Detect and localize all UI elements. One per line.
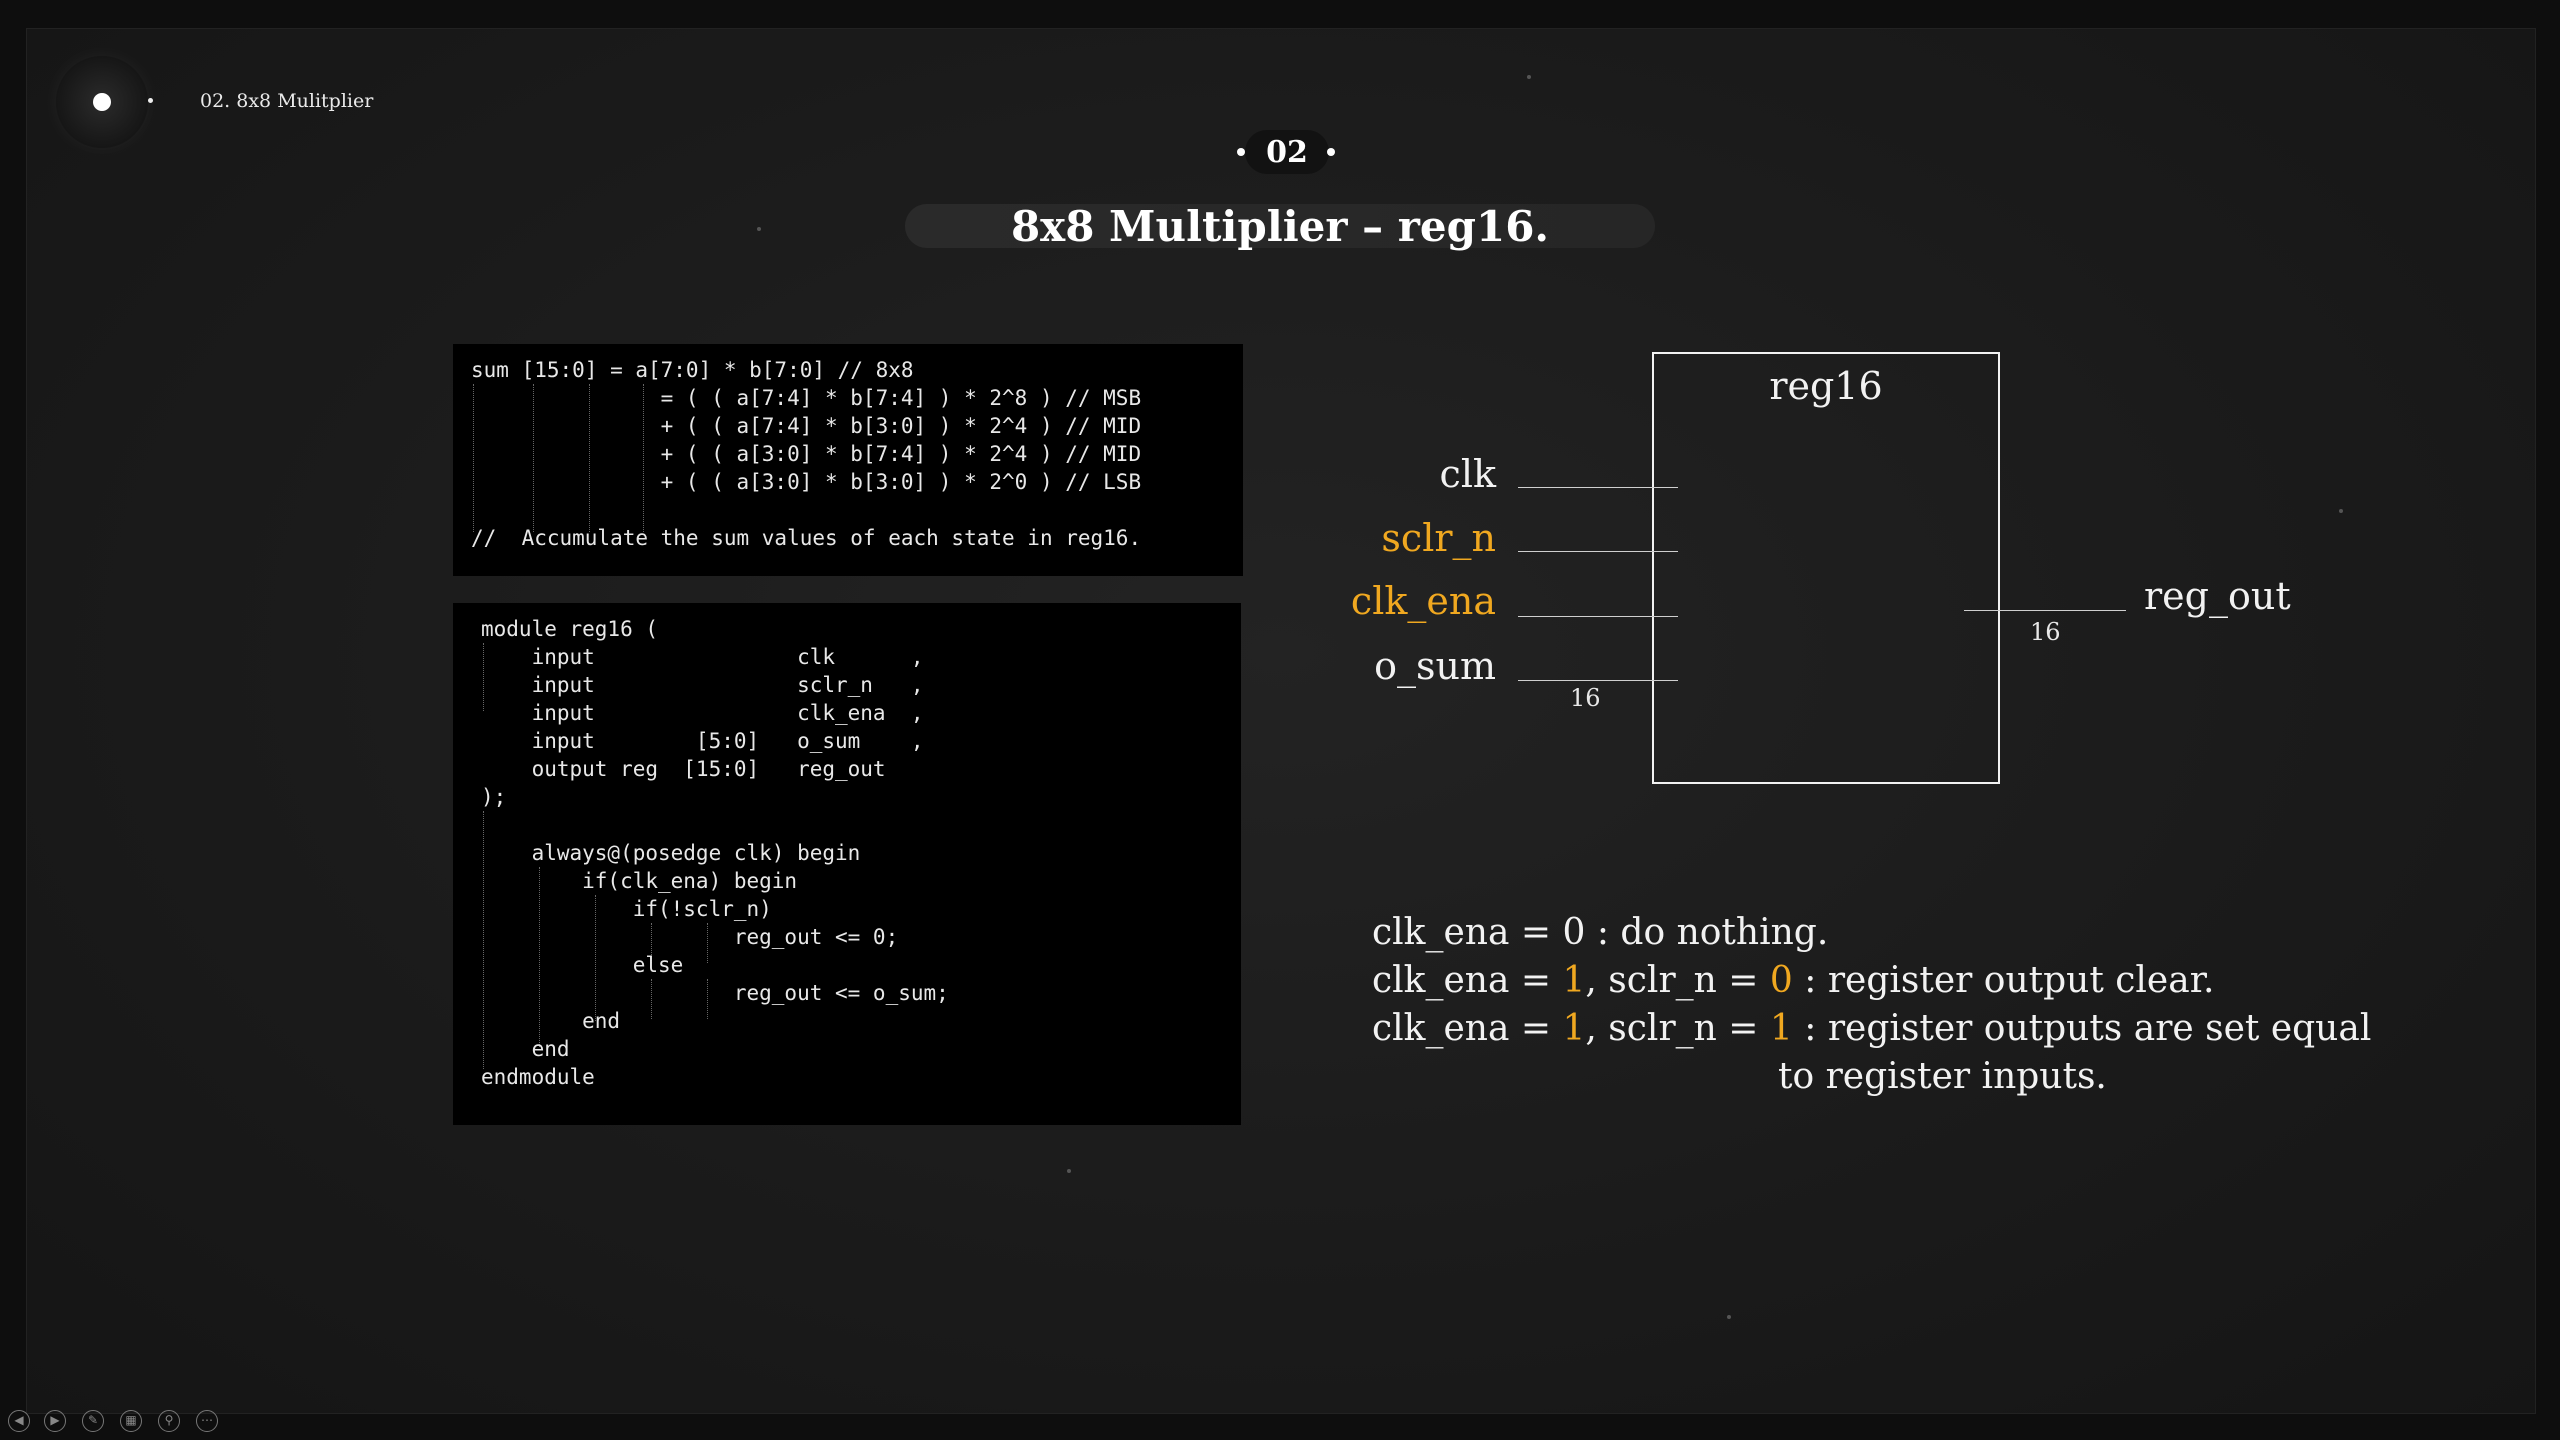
code-line: end — [481, 1037, 570, 1061]
code-line: reg_out <= o_sum; — [481, 981, 949, 1005]
code-line: endmodule — [481, 1065, 595, 1089]
slides-icon[interactable]: ▦ — [120, 1410, 142, 1432]
code-line: sum [15:0] = a[7:0] * b[7:0] // 8x8 — [471, 358, 914, 382]
code-line: end — [481, 1009, 621, 1033]
input-wire-clk — [1518, 487, 1678, 488]
slide-number: 02 — [1245, 130, 1329, 174]
input-wire-sclr-n — [1518, 551, 1678, 552]
code-line: + ( ( a[3:0] * b[7:4] ) * 2^4 ) // MID — [471, 442, 1142, 466]
pen-icon[interactable]: ✎ — [82, 1410, 104, 1432]
dot-icon — [1327, 148, 1335, 156]
block-name: reg16 — [1769, 364, 1883, 408]
code-line: input clk , — [481, 645, 924, 669]
code-line: if(!sclr_n) — [481, 897, 772, 921]
desc-text: clk_ena = 0 : do nothing. — [1372, 912, 1829, 953]
dot-icon — [1237, 148, 1245, 156]
desc-value: 1 — [1769, 1008, 1793, 1049]
code-line: ); — [481, 785, 507, 809]
desc-value: 1 — [1562, 1008, 1586, 1049]
code-line: + ( ( a[7:4] * b[3:0] ) * 2^4 ) // MID — [471, 414, 1142, 438]
input-wire-clk-ena — [1518, 616, 1678, 617]
input-wire-o-sum — [1518, 680, 1678, 681]
reg16-block — [1652, 352, 2000, 784]
input-label-o-sum: o_sum — [1374, 644, 1496, 688]
code-line: always@(posedge clk) begin — [481, 841, 861, 865]
desc-text: , sclr_n = — [1585, 1008, 1770, 1049]
desc-value: 1 — [1562, 960, 1586, 1001]
desc-text: to register inputs. — [1778, 1056, 2107, 1097]
star-decoration — [757, 227, 761, 231]
code-line: module reg16 ( — [481, 617, 659, 641]
code-line: input [5:0] o_sum , — [481, 729, 924, 753]
desc-text: : register outputs are set equal — [1792, 1008, 2372, 1049]
star-decoration — [1067, 1169, 1071, 1173]
output-bus-width: 16 — [2030, 618, 2061, 646]
code-line: + ( ( a[3:0] * b[3:0] ) * 2^0 ) // LSB — [471, 470, 1142, 494]
code-line: if(clk_ena) begin — [481, 869, 798, 893]
star-decoration — [1527, 75, 1531, 79]
output-wire-reg-out — [1964, 610, 2126, 611]
code-comment: // Accumulate the sum values of each sta… — [471, 526, 1142, 550]
input-bus-width: 16 — [1570, 684, 1601, 712]
code-line: input clk_ena , — [481, 701, 924, 725]
zoom-icon[interactable]: ⚲ — [158, 1410, 180, 1432]
input-label-sclr-n: sclr_n — [1381, 516, 1496, 560]
logo — [56, 56, 153, 148]
star-decoration — [1727, 1315, 1731, 1319]
logo-satellite-icon — [148, 98, 153, 103]
desc-text: , sclr_n = — [1585, 960, 1770, 1001]
page-title: 8x8 Multiplier – reg16. — [1010, 202, 1550, 251]
desc-text: clk_ena = — [1372, 960, 1563, 1001]
desc-line: clk_ena = 0 : do nothing. — [1372, 912, 1828, 953]
star-decoration — [2339, 509, 2343, 513]
desc-text: clk_ena = — [1372, 1008, 1563, 1049]
desc-line: clk_ena = 1, sclr_n = 0 : register outpu… — [1372, 960, 2214, 1001]
output-label-reg-out: reg_out — [2144, 574, 2291, 618]
desc-line: clk_ena = 1, sclr_n = 1 : register outpu… — [1372, 1008, 2371, 1049]
code-panel-module: module reg16 ( input clk , input sclr_n … — [453, 603, 1241, 1125]
code-line: = ( ( a[7:4] * b[7:4] ) * 2^8 ) // MSB — [471, 386, 1142, 410]
code-line: reg_out <= 0; — [481, 925, 899, 949]
code-line: input sclr_n , — [481, 673, 924, 697]
desc-line: to register inputs. — [1778, 1056, 2107, 1097]
code-line: output reg [15:0] reg_out — [481, 757, 886, 781]
input-label-clk: clk — [1439, 452, 1496, 496]
logo-dot-icon — [93, 93, 111, 111]
desc-text: : register output clear. — [1792, 960, 2215, 1001]
more-icon[interactable]: ⋯ — [196, 1410, 218, 1432]
input-label-clk-ena: clk_ena — [1350, 579, 1496, 623]
prev-icon[interactable]: ◀ — [8, 1410, 30, 1432]
section-label: 02. 8x8 Mulitplier — [200, 90, 374, 112]
code-panel-equation: sum [15:0] = a[7:0] * b[7:0] // 8x8 = ( … — [453, 344, 1243, 576]
next-icon[interactable]: ▶ — [44, 1410, 66, 1432]
desc-value: 0 — [1769, 960, 1793, 1001]
code-line: else — [481, 953, 684, 977]
